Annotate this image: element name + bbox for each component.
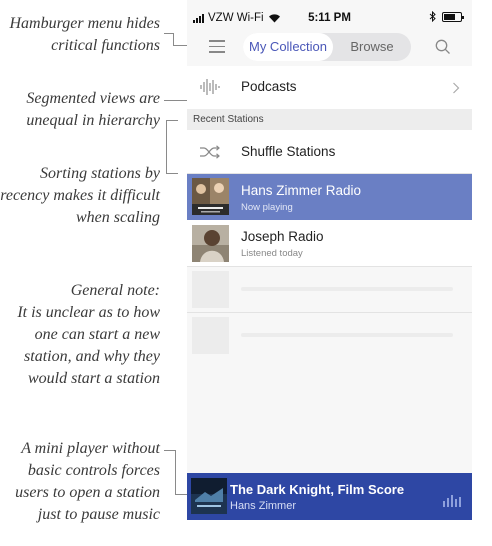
status-bar: VZW Wi-Fi 5:11 PM: [187, 0, 472, 28]
status-right: [429, 11, 464, 22]
top-nav: My Collection Browse: [187, 28, 472, 66]
placeholder-row: [187, 313, 472, 358]
placeholder-text: [241, 287, 453, 291]
mini-player-title: The Dark Knight, Film Score: [230, 482, 405, 497]
station-name: Joseph Radio: [241, 229, 324, 244]
leader-line-sorting: [166, 120, 178, 174]
station-row-hans-zimmer[interactable]: Hans Zimmer Radio Now playing: [187, 174, 472, 220]
station-status: Now playing: [241, 202, 293, 213]
placeholder-artwork: [192, 317, 229, 354]
mini-player[interactable]: The Dark Knight, Film Score Hans Zimmer: [187, 473, 472, 520]
annotation-hamburger: Hamburger menu hides critical functions: [9, 15, 161, 54]
placeholder-artwork: [192, 271, 229, 308]
station-artwork: [192, 225, 229, 262]
annotation-sorting: Sorting stations by recency makes it dif…: [0, 165, 160, 226]
annotation-segmented: Segmented views are unequal in hierarchy: [26, 90, 160, 129]
battery-icon: [442, 11, 464, 22]
soundwave-icon: [200, 79, 220, 95]
hamburger-icon[interactable]: [209, 40, 225, 53]
leader-line-mini-player: [164, 450, 176, 495]
chevron-right-icon: [453, 82, 460, 94]
shuffle-row[interactable]: Shuffle Stations: [187, 130, 472, 173]
tab-browse[interactable]: Browse: [333, 33, 411, 61]
mini-player-artist: Hans Zimmer: [230, 500, 297, 512]
station-status: Listened today: [241, 248, 303, 259]
station-artwork: [192, 178, 229, 215]
placeholder-text: [241, 333, 453, 337]
section-header-recent: Recent Stations: [187, 109, 472, 130]
search-icon[interactable]: [434, 38, 452, 56]
shuffle-label: Shuffle Stations: [241, 144, 336, 159]
bluetooth-icon: [429, 11, 436, 22]
placeholder-row: [187, 267, 472, 312]
phone-screen: VZW Wi-Fi 5:11 PM My Collection Browse P…: [187, 0, 472, 520]
station-row-joseph[interactable]: Joseph Radio Listened today: [187, 220, 472, 266]
segmented-control: My Collection Browse: [243, 33, 411, 61]
station-name: Hans Zimmer Radio: [241, 183, 362, 198]
podcasts-label: Podcasts: [241, 79, 297, 94]
shuffle-icon: [200, 145, 220, 159]
tab-my-collection[interactable]: My Collection: [243, 33, 333, 61]
podcasts-row[interactable]: Podcasts: [187, 66, 472, 109]
annotation-mini-player: A mini player without basic controls for…: [15, 440, 160, 523]
equalizer-icon[interactable]: [443, 493, 461, 507]
annotation-general: General note: It is unclear as to how on…: [17, 282, 160, 387]
mini-player-artwork: [191, 478, 227, 514]
